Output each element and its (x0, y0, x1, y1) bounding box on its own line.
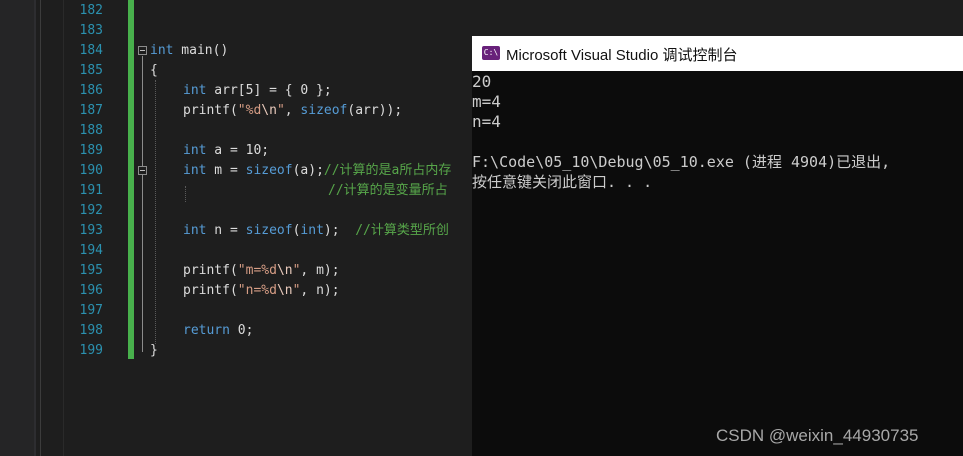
console-line: F:\Code\05_10\Debug\05_10.exe (进程 4904)已… (472, 153, 891, 171)
line-number: 187 (79, 103, 103, 118)
fold-line (142, 56, 143, 352)
activity-strip (0, 0, 34, 456)
indent-guide (185, 186, 186, 202)
panel-divider[interactable] (34, 0, 36, 456)
code-line-184: int main() (150, 43, 229, 58)
console-title: Microsoft Visual Studio 调试控制台 (506, 47, 738, 64)
console-line: 20 (472, 72, 492, 91)
console-line: m=4 (472, 92, 501, 111)
line-number: 194 (79, 243, 103, 258)
line-number: 192 (79, 203, 103, 218)
code-line-189: int a = 10; (183, 143, 270, 158)
fold-line (142, 176, 143, 200)
code-line-185: { (150, 63, 158, 78)
collapse-icon[interactable] (138, 46, 147, 55)
watermark: CSDN @weixin_44930735 (716, 426, 919, 445)
code-line-196: printf("n=%d\n", n); (183, 283, 340, 298)
glyph-margin (41, 0, 63, 456)
console-line: n=4 (472, 112, 501, 131)
line-number: 196 (79, 283, 103, 298)
line-number: 198 (79, 323, 103, 338)
code-line-195: printf("m=%d\n", m); (183, 263, 340, 278)
line-number: 189 (79, 143, 103, 158)
console-line: 按任意键关闭此窗口. . . (472, 173, 653, 191)
indent-guide (155, 80, 156, 344)
visual-studio-icon: C:\ (482, 46, 500, 60)
code-line-193: int n = sizeof(int); //计算类型所创 (183, 223, 449, 238)
line-number: 195 (79, 263, 103, 278)
code-line-199: } (150, 343, 158, 358)
change-tracking-bar (128, 0, 134, 359)
code-line-190: int m = sizeof(a);//计算的是a所占内存 (183, 163, 452, 178)
line-number: 185 (79, 63, 103, 78)
line-number: 193 (79, 223, 103, 238)
debug-console-window[interactable]: C:\ Microsoft Visual Studio 调试控制台 20 m=4… (472, 36, 963, 456)
line-number: 188 (79, 123, 103, 138)
console-output: 20 m=4 n=4 F:\Code\05_10\Debug\05_10.exe… (472, 72, 963, 192)
code-line-191: //计算的是变量所占 (328, 183, 448, 198)
code-line-198: return 0; (183, 323, 254, 338)
line-number: 184 (79, 43, 103, 58)
code-line-186: int arr[5] = { 0 }; (183, 83, 332, 98)
console-titlebar[interactable]: C:\ Microsoft Visual Studio 调试控制台 (472, 36, 963, 71)
line-number: 197 (79, 303, 103, 318)
line-number: 191 (79, 183, 103, 198)
collapse-icon[interactable] (138, 166, 147, 175)
code-line-187: printf("%d\n", sizeof(arr)); (183, 103, 403, 118)
line-number: 183 (79, 23, 103, 38)
line-number: 199 (79, 343, 103, 358)
line-number: 182 (79, 3, 103, 18)
line-number: 190 (79, 163, 103, 178)
line-number: 186 (79, 83, 103, 98)
